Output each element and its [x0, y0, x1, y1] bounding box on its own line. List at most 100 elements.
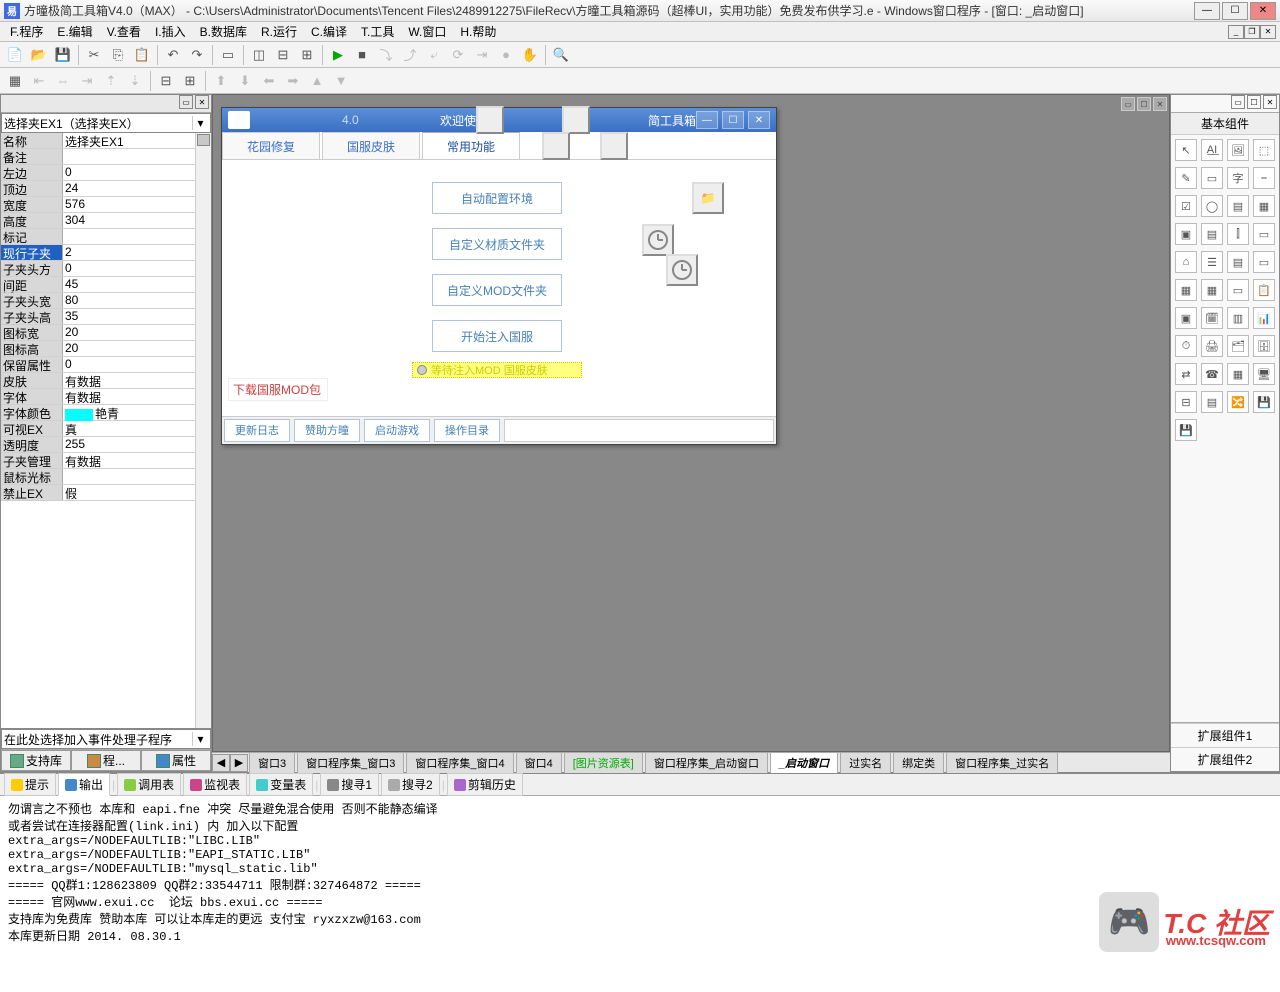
component-item[interactable]: ⫿: [1227, 223, 1249, 245]
menu-insert[interactable]: I.插入: [149, 21, 192, 42]
property-value[interactable]: 选择夹EX1: [63, 133, 211, 148]
output-tab-output[interactable]: 输出: [58, 773, 110, 796]
property-value[interactable]: 0: [63, 261, 211, 276]
component-item[interactable]: 🔀: [1227, 391, 1249, 413]
custom-texture-button[interactable]: 自定义材质文件夹: [432, 228, 562, 260]
component-item[interactable]: ▭: [1253, 223, 1275, 245]
property-row[interactable]: 名称选择夹EX1: [1, 133, 211, 149]
property-row[interactable]: 字体颜色艳青: [1, 405, 211, 421]
tool-open[interactable]: 📂: [28, 44, 50, 66]
component-item[interactable]: ▤: [1201, 223, 1223, 245]
property-grid[interactable]: 名称选择夹EX1备注左边0顶边24宽度576高度304标记现行子夹2子夹头方向0…: [1, 133, 211, 728]
component-item[interactable]: 🗄: [1253, 335, 1275, 357]
property-value[interactable]: 35: [63, 309, 211, 324]
mdi-restore[interactable]: ❐: [1244, 25, 1260, 39]
tab-skin[interactable]: 国服皮肤: [322, 132, 420, 159]
component-item[interactable]: ⊟: [1175, 391, 1197, 413]
timer-icon[interactable]: [666, 254, 698, 286]
component-item[interactable]: ▦: [1253, 195, 1275, 217]
tool-new[interactable]: 📄: [4, 44, 26, 66]
component-item[interactable]: ⏱: [1175, 335, 1197, 357]
component-item[interactable]: ▭: [1201, 167, 1223, 189]
property-value[interactable]: 假: [63, 485, 211, 500]
property-value[interactable]: [63, 229, 211, 244]
support-lib-button[interactable]: 支持库: [1, 750, 71, 771]
property-value[interactable]: 0: [63, 357, 211, 372]
panel-close-icon[interactable]: ✕: [195, 95, 209, 109]
doc-tab[interactable]: 窗口程序集_启动窗口: [645, 752, 768, 773]
tool-breakpoint[interactable]: ●: [495, 44, 517, 66]
download-mod-link[interactable]: 下载国服MOD包: [228, 378, 328, 401]
component-item[interactable]: ☰: [1201, 251, 1223, 273]
component-item[interactable]: ⎯: [1253, 167, 1275, 189]
tool-front[interactable]: ⬆: [210, 70, 232, 92]
doc-tab[interactable]: 过实名: [840, 752, 891, 773]
properties-button[interactable]: 属性: [141, 750, 211, 771]
tab-launch[interactable]: 启动游戏: [364, 419, 430, 442]
property-value[interactable]: 20: [63, 341, 211, 356]
tool-copy[interactable]: ⎘: [107, 44, 129, 66]
tool-undo[interactable]: ↶: [162, 44, 184, 66]
tab-changelog[interactable]: 更新日志: [224, 419, 290, 442]
tool-run[interactable]: ▶: [327, 44, 349, 66]
component-item[interactable]: ▤: [1227, 195, 1249, 217]
tool-right[interactable]: ➡: [282, 70, 304, 92]
property-row[interactable]: 左边0: [1, 165, 211, 181]
tool-cut[interactable]: ✂: [83, 44, 105, 66]
tool-align-left[interactable]: ⇤: [28, 70, 50, 92]
property-row[interactable]: 子夹头高度35: [1, 309, 211, 325]
output-tab-vars[interactable]: 变量表: [249, 773, 313, 796]
palette-max-icon[interactable]: ☐: [1247, 95, 1261, 109]
property-row[interactable]: 图标宽20: [1, 325, 211, 341]
form-maximize[interactable]: ☐: [722, 111, 744, 129]
tool-cursor[interactable]: ⇥: [471, 44, 493, 66]
tool-align-top[interactable]: ⇡: [100, 70, 122, 92]
menu-window[interactable]: W.窗口: [402, 21, 452, 42]
minimize-button[interactable]: —: [1194, 2, 1220, 20]
canvas-pin-icon[interactable]: ▭: [1121, 97, 1135, 111]
doc-tab[interactable]: 窗口3: [249, 752, 295, 773]
tool-hlayout[interactable]: ⊟: [155, 70, 177, 92]
tool-step-run[interactable]: ⟳: [447, 44, 469, 66]
tool-left[interactable]: ⬅: [258, 70, 280, 92]
output-tab-clip[interactable]: 剪辑历史: [447, 773, 523, 796]
property-value[interactable]: [63, 469, 211, 484]
menu-run[interactable]: R.运行: [255, 21, 303, 42]
menu-edit[interactable]: E.编辑: [51, 21, 98, 42]
component-item[interactable]: ✎: [1175, 167, 1197, 189]
component-item[interactable]: ▤: [1201, 391, 1223, 413]
tab-dir[interactable]: 操作目录: [434, 419, 500, 442]
property-value[interactable]: 45: [63, 277, 211, 292]
property-row[interactable]: 透明度255: [1, 437, 211, 453]
tabs-next[interactable]: ▶: [230, 754, 248, 772]
tool-hand[interactable]: ✋: [519, 44, 541, 66]
mdi-minimize[interactable]: _: [1228, 25, 1244, 39]
property-value[interactable]: 24: [63, 181, 211, 196]
panel-pin-icon[interactable]: ▭: [179, 95, 193, 109]
palette-close-icon[interactable]: ✕: [1263, 95, 1277, 109]
property-row[interactable]: 现行子夹2: [1, 245, 211, 261]
component-item[interactable]: 字: [1227, 167, 1249, 189]
canvas-max-icon[interactable]: ☐: [1137, 97, 1151, 111]
component-item[interactable]: ⬚: [1253, 139, 1275, 161]
tool-find[interactable]: 🔍: [550, 44, 572, 66]
menu-compile[interactable]: C.编译: [305, 21, 353, 42]
doc-tab[interactable]: [图片资源表]: [564, 752, 643, 773]
doc-tab[interactable]: 绑定类: [893, 752, 944, 773]
tool-vlayout[interactable]: ⊞: [179, 70, 201, 92]
tool-align-bottom[interactable]: ⇣: [124, 70, 146, 92]
property-value[interactable]: 真: [63, 421, 211, 436]
component-item[interactable]: ▣: [1175, 307, 1197, 329]
close-button[interactable]: ✕: [1250, 2, 1276, 20]
component-item[interactable]: ▭: [1253, 251, 1275, 273]
menu-program[interactable]: F.程序: [4, 21, 49, 42]
tool-down[interactable]: ▼: [330, 70, 352, 92]
component-item[interactable]: ▦: [1227, 363, 1249, 385]
component-item[interactable]: ▦: [1201, 279, 1223, 301]
tab-sponsor[interactable]: 赞助方曈: [294, 419, 360, 442]
output-tab-hint[interactable]: 提示: [4, 773, 56, 796]
component-item[interactable]: 📋: [1253, 279, 1275, 301]
program-button[interactable]: 程...: [71, 750, 141, 771]
component-item[interactable]: 🖥: [1253, 363, 1275, 385]
form-minimize[interactable]: —: [696, 111, 718, 129]
